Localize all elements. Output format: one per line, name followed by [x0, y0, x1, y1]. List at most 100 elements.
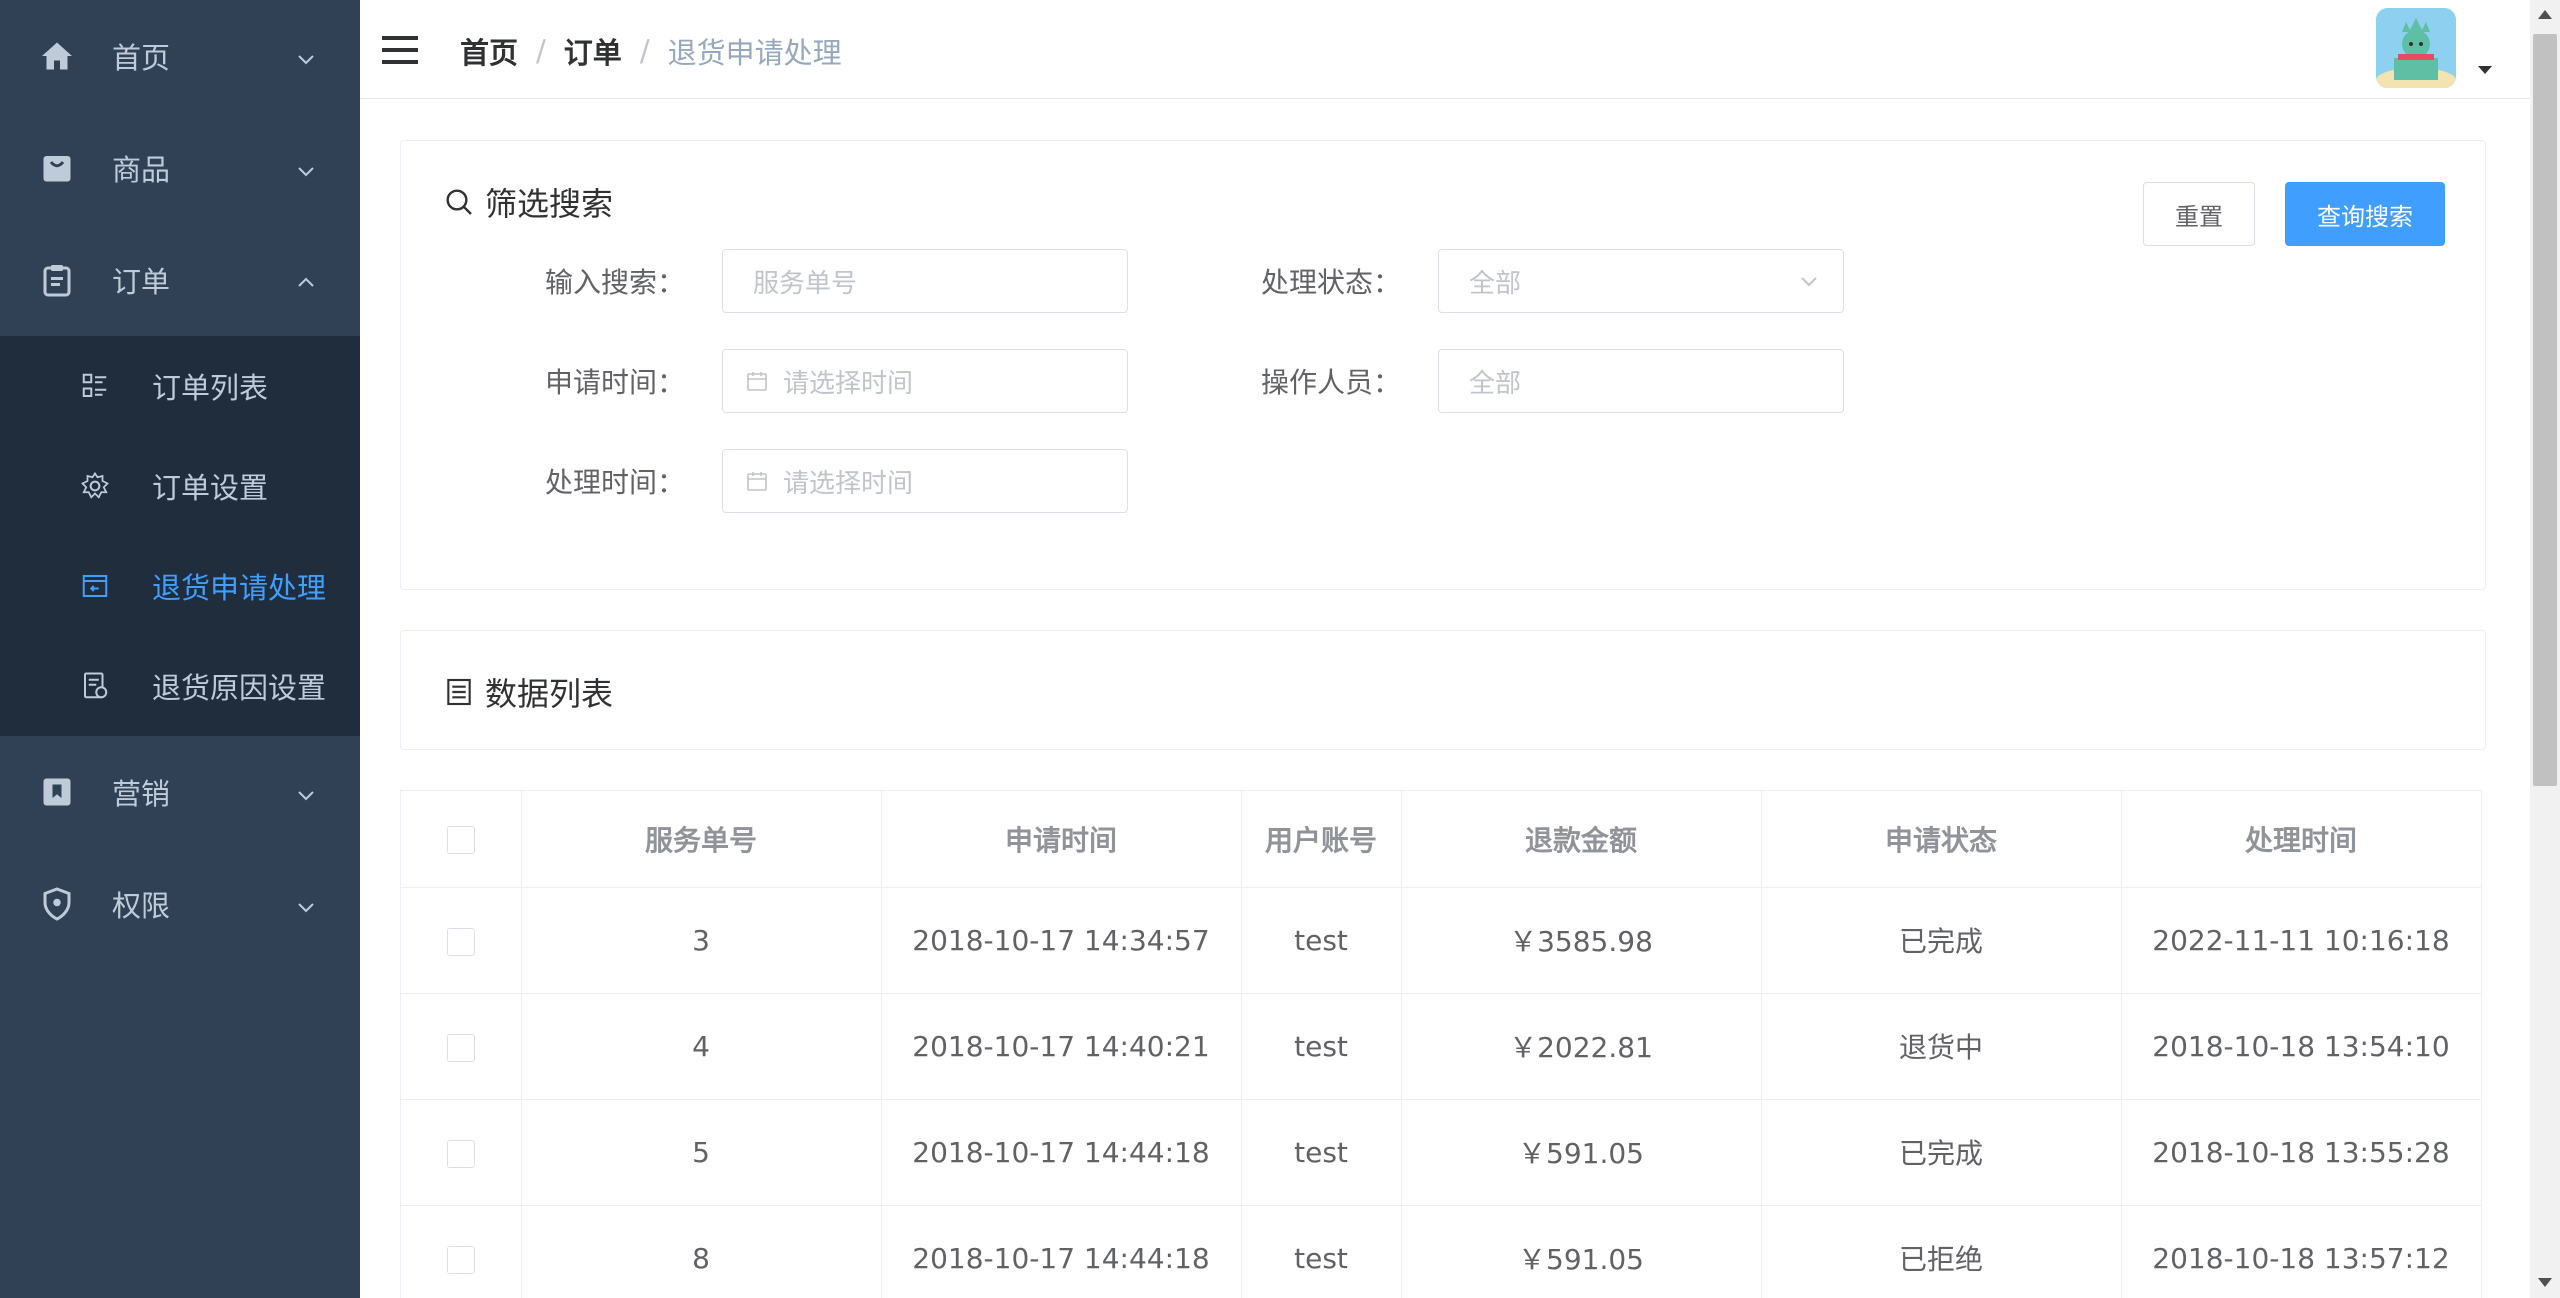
shield-icon: [38, 885, 76, 923]
handle-time-cell: 2018-10-18 13:54:10: [2121, 993, 2482, 1100]
submenu-label: 订单列表: [152, 371, 269, 405]
menu-label: 订单: [112, 265, 171, 299]
apply-time-cell: 2018-10-17 14:44:18: [881, 1205, 1242, 1298]
apply-time-placeholder: 请选择时间: [783, 368, 914, 399]
table-row: 3 2018-10-17 14:34:57 test ￥3585.98 已完成 …: [401, 887, 2482, 994]
menu-permission[interactable]: 权限: [0, 848, 360, 960]
menu-order[interactable]: 订单: [0, 224, 360, 336]
operator-input[interactable]: 全部: [1438, 349, 1844, 413]
apply-status-cell: 已拒绝: [1761, 1205, 2122, 1298]
status-label: 处理状态：: [1260, 266, 1401, 299]
user-account-cell: test: [1241, 887, 1402, 994]
user-account-cell: test: [1241, 993, 1402, 1100]
keyword-input[interactable]: 服务单号: [722, 249, 1128, 313]
menu-label: 商品: [112, 153, 171, 187]
refund-amount-cell: ￥591.05: [1401, 1205, 1762, 1298]
breadcrumb-order[interactable]: 订单: [564, 30, 622, 72]
column-header[interactable]: 服务单号: [521, 791, 882, 888]
chevron-down-icon: [294, 44, 318, 68]
menu-goods[interactable]: 商品: [0, 112, 360, 224]
apply-time-picker[interactable]: 请选择时间: [722, 349, 1128, 413]
row-select-cell: [401, 1205, 522, 1298]
menu-home[interactable]: 首页: [0, 0, 360, 112]
column-header[interactable]: 处理时间: [2121, 791, 2482, 888]
caret-down-icon[interactable]: [2478, 66, 2492, 74]
chevron-up-icon: [294, 268, 318, 292]
status-select[interactable]: 全部: [1438, 249, 1844, 313]
submenu-return-reason[interactable]: 退货原因设置: [0, 636, 360, 736]
hamburger-menu-icon[interactable]: [380, 30, 420, 70]
apply-status-cell: 已完成: [1761, 1099, 2122, 1206]
row-checkbox[interactable]: [446, 1245, 475, 1274]
breadcrumb-separator: /: [639, 34, 650, 68]
row-select-cell: [401, 993, 522, 1100]
table-row: 8 2018-10-17 14:44:18 test ￥591.05 已拒绝 2…: [401, 1205, 2482, 1298]
refund-amount-cell: ￥2022.81: [1401, 993, 1762, 1100]
apply-time-cell: 2018-10-17 14:40:21: [881, 993, 1242, 1100]
avatar[interactable]: [2376, 8, 2456, 88]
breadcrumb-separator: /: [536, 34, 546, 68]
service-id-cell: 5: [521, 1099, 882, 1206]
submenu-order-settings[interactable]: 订单设置: [0, 436, 360, 536]
submenu-label: 退货申请处理: [152, 571, 327, 605]
return-apply-table: 服务单号 申请时间 用户账号 退款金额 申请状态 处理时间 3 2018-10-…: [400, 790, 2482, 1298]
filter-title: 筛选搜索: [443, 179, 613, 225]
menu-label: 权限: [112, 889, 171, 923]
apply-time-cell: 2018-10-17 14:34:57: [881, 887, 1242, 994]
gear-icon: [78, 469, 112, 503]
chevron-down-icon: [294, 156, 318, 180]
apply-time-cell: 2018-10-17 14:44:18: [881, 1099, 1242, 1206]
select-all-checkbox[interactable]: [446, 826, 475, 855]
column-header[interactable]: 申请时间: [881, 791, 1242, 888]
keyword-placeholder: 服务单号: [753, 268, 858, 299]
filter-card: 筛选搜索 重置 查询搜索 输入搜索： 服务单号 处理状态： 全部 申请时间： 请…: [400, 140, 2486, 590]
document-icon: [78, 669, 112, 703]
user-account-cell: test: [1241, 1205, 1402, 1298]
breadcrumb: 首页 / 订单 / 退货申请处理: [460, 30, 842, 72]
row-select-cell: [401, 887, 522, 994]
apply-status-cell: 退货中: [1761, 993, 2122, 1100]
handle-time-picker[interactable]: 请选择时间: [722, 449, 1128, 513]
table-row: 4 2018-10-17 14:40:21 test ￥2022.81 退货中 …: [401, 993, 2482, 1100]
apply-time-label: 申请时间：: [544, 366, 685, 399]
service-id-cell: 4: [521, 993, 882, 1100]
row-checkbox[interactable]: [446, 1139, 475, 1168]
handle-time-cell: 2018-10-18 13:55:28: [2121, 1099, 2482, 1206]
submenu-return-apply[interactable]: 退货申请处理: [0, 536, 360, 636]
handle-time-cell: 2022-11-11 10:16:18: [2121, 887, 2482, 994]
menu-label: 营销: [112, 777, 171, 811]
list-doc-icon: [443, 676, 475, 708]
chevron-down-icon: [1797, 269, 1821, 293]
search-button[interactable]: 查询搜索: [2285, 182, 2445, 246]
return-box-icon: [78, 569, 112, 603]
reset-button[interactable]: 重置: [2143, 182, 2255, 246]
clipboard-icon: [38, 261, 76, 299]
apply-status-cell: 已完成: [1761, 887, 2122, 994]
row-checkbox[interactable]: [446, 927, 475, 956]
select-all-cell: [401, 791, 522, 888]
scrollbar-thumb[interactable]: [2533, 34, 2557, 786]
column-header[interactable]: 退款金额: [1401, 791, 1762, 888]
keyword-label: 输入搜索：: [544, 266, 685, 299]
column-header[interactable]: 申请状态: [1761, 791, 2122, 888]
row-checkbox[interactable]: [446, 1033, 475, 1062]
scroll-up-arrow-icon[interactable]: [2538, 10, 2552, 19]
menu-label: 首页: [112, 41, 171, 75]
scroll-down-arrow-icon[interactable]: [2538, 1278, 2552, 1287]
breadcrumb-home[interactable]: 首页: [460, 30, 518, 72]
operator-placeholder: 全部: [1469, 368, 1522, 399]
service-id-cell: 8: [521, 1205, 882, 1298]
breadcrumb-current: 退货申请处理: [667, 36, 842, 70]
navbar: 首页 / 订单 / 退货申请处理: [360, 0, 2530, 99]
refund-amount-cell: ￥591.05: [1401, 1099, 1762, 1206]
submenu-label: 退货原因设置: [152, 671, 327, 705]
table-header-row: 服务单号 申请时间 用户账号 退款金额 申请状态 处理时间: [401, 791, 2482, 888]
submenu-label: 订单设置: [152, 471, 269, 505]
table: 服务单号 申请时间 用户账号 退款金额 申请状态 处理时间 3 2018-10-…: [401, 791, 2482, 1298]
handle-time-placeholder: 请选择时间: [783, 468, 914, 499]
column-header[interactable]: 用户账号: [1241, 791, 1402, 888]
row-select-cell: [401, 1099, 522, 1206]
shopping-bag-icon: [38, 149, 76, 187]
submenu-order-list[interactable]: 订单列表: [0, 336, 360, 436]
menu-marketing[interactable]: 营销: [0, 736, 360, 848]
